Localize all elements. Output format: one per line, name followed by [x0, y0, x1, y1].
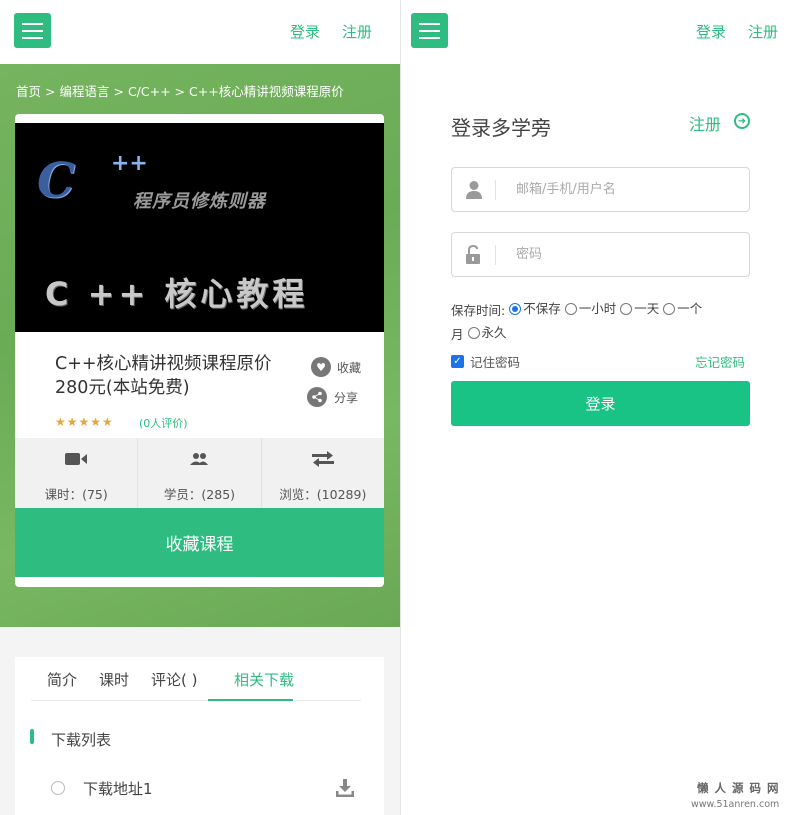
- course-hero: 首页 > 编程语言 > C/C++ > C++核心精讲视频课程原价 C ++ 程…: [0, 64, 400, 627]
- download-list-heading: 下载列表: [51, 731, 112, 749]
- hamburger-menu-icon[interactable]: [14, 13, 51, 48]
- stat-students: 学员：(285): [138, 438, 262, 508]
- field-separator: [495, 245, 496, 265]
- users-icon: [138, 451, 260, 467]
- register-link-main[interactable]: 注册: [689, 111, 721, 135]
- keep-option-label: 一个: [677, 301, 703, 316]
- tab-lessons[interactable]: 课时: [99, 669, 129, 690]
- review-count[interactable]: (0人评价): [139, 415, 188, 431]
- keep-option-label: 一小时: [578, 301, 617, 316]
- course-card: C ++ 程序员修炼则器 C ++ 核心教程 C++核心精讲视频课程原价280元…: [15, 114, 384, 587]
- breadcrumb-category[interactable]: 编程语言: [59, 84, 109, 99]
- password-field: [451, 232, 750, 277]
- register-link[interactable]: 注册: [748, 21, 778, 42]
- keep-option-label: 不保存: [523, 301, 561, 316]
- username-field: [451, 167, 750, 212]
- remember-password[interactable]: ✓ 记住密码: [451, 352, 520, 371]
- rating-stars: ★★★★★: [55, 415, 114, 429]
- tab-bar: 简介 课时 评论( ) 相关下载: [31, 657, 361, 701]
- top-bar: 登录 注册: [0, 0, 400, 64]
- keep-login-options: 保存时间: 不保存 一小时 一天 一个月 永久: [451, 298, 751, 346]
- unlock-icon: [465, 244, 483, 265]
- radio[interactable]: [663, 303, 676, 315]
- breadcrumb-separator: >: [174, 84, 186, 99]
- stat-lessons-text: 课时：(75): [44, 487, 108, 502]
- heart-icon[interactable]: ♥: [311, 357, 331, 377]
- breadcrumb-home[interactable]: 首页: [16, 84, 41, 99]
- app-root: 登录 注册 首页 > 编程语言 > C/C++ > C++核心精讲视频课程原价 …: [0, 0, 795, 815]
- download-link[interactable]: 下载地址1: [83, 778, 153, 799]
- cover-title: C ++ 核心教程: [45, 275, 309, 313]
- keep-label: 保存时间:: [451, 303, 506, 318]
- cover-logo: C: [37, 153, 75, 209]
- forgot-password-link[interactable]: 忘记密码: [695, 352, 745, 371]
- stat-students-text: 学员：(285): [163, 487, 236, 502]
- stat-views-text: 浏览：(10289): [279, 487, 367, 502]
- radio[interactable]: [620, 303, 633, 315]
- checkbox-checked-icon[interactable]: ✓: [451, 355, 464, 368]
- section-marker: [30, 729, 34, 744]
- login-title: 登录多学旁: [451, 116, 551, 140]
- password-input[interactable]: [516, 233, 741, 276]
- keep-option-label-wrap: 月: [451, 327, 464, 342]
- share-icon[interactable]: [307, 387, 327, 407]
- course-stats: 课时：(75) 学员：(285) 浏览：(10289): [15, 438, 384, 508]
- course-tabs-panel: 简介 课时 评论( ) 相关下载 下载列表 下载地址1: [15, 657, 384, 815]
- keep-option-month[interactable]: 一个: [663, 298, 702, 320]
- video-camera-icon: [15, 451, 137, 467]
- keep-option-label: 永久: [481, 325, 507, 340]
- user-icon: [465, 180, 483, 200]
- login-link[interactable]: 登录: [290, 21, 320, 42]
- login-link[interactable]: 登录: [696, 21, 726, 42]
- login-submit-button[interactable]: 登录: [451, 381, 750, 426]
- arrow-right-circle-icon[interactable]: ➜: [734, 113, 750, 129]
- radio[interactable]: [564, 303, 577, 315]
- keep-option-none[interactable]: 不保存: [509, 298, 561, 320]
- username-input[interactable]: [516, 168, 741, 211]
- field-separator: [495, 180, 496, 200]
- stat-lessons: 课时：(75): [15, 438, 139, 508]
- keep-option-hour[interactable]: 一小时: [564, 298, 617, 320]
- breadcrumb-separator: >: [113, 84, 124, 99]
- radio-selected[interactable]: [509, 303, 522, 315]
- breadcrumb-subcategory[interactable]: C/C++: [128, 84, 171, 99]
- breadcrumb-separator: >: [45, 84, 56, 99]
- remember-label: 记住密码: [470, 355, 521, 370]
- keep-option-label: 一天: [634, 301, 660, 316]
- watermark-url: www.51anren.com: [691, 799, 780, 810]
- keep-option-day[interactable]: 一天: [620, 298, 659, 320]
- hamburger-menu-icon[interactable]: [411, 13, 448, 48]
- download-icon[interactable]: [336, 779, 354, 797]
- course-title: C++核心精讲视频课程原价280元(本站免费): [55, 354, 272, 398]
- register-link[interactable]: 注册: [342, 21, 372, 42]
- tab-intro[interactable]: 简介: [47, 669, 77, 690]
- tab-comments[interactable]: 评论( ): [151, 669, 197, 690]
- login-pane: 登录 注册 登录多学旁 注册 ➜ 保存时间: 不保存 一小时 一天 一个月 永久: [401, 0, 795, 815]
- share-button[interactable]: 分享: [334, 389, 358, 406]
- course-pane: 登录 注册 首页 > 编程语言 > C/C++ > C++核心精讲视频课程原价 …: [0, 0, 400, 815]
- radio[interactable]: [467, 327, 480, 339]
- keep-option-forever[interactable]: 永久: [467, 322, 507, 344]
- stat-views: 浏览：(10289): [262, 438, 384, 508]
- breadcrumb-current: C++核心精讲视频课程原价: [189, 84, 344, 99]
- download-radio[interactable]: [51, 781, 65, 795]
- collect-course-button[interactable]: 收藏课程: [15, 508, 384, 577]
- watermark-text: 懒人源码网: [697, 781, 785, 795]
- favorite-button[interactable]: 收藏: [337, 359, 361, 376]
- tab-downloads[interactable]: 相关下载: [234, 669, 294, 690]
- course-cover-image: C ++ 程序员修炼则器 C ++ 核心教程: [15, 123, 384, 332]
- breadcrumb: 首页 > 编程语言 > C/C++ > C++核心精讲视频课程原价: [16, 81, 344, 100]
- cover-logo-plus: ++: [111, 151, 148, 176]
- cover-subtitle: 程序员修炼则器: [133, 191, 266, 212]
- exchange-arrows-icon: [262, 451, 384, 467]
- active-tab-indicator: [208, 699, 293, 701]
